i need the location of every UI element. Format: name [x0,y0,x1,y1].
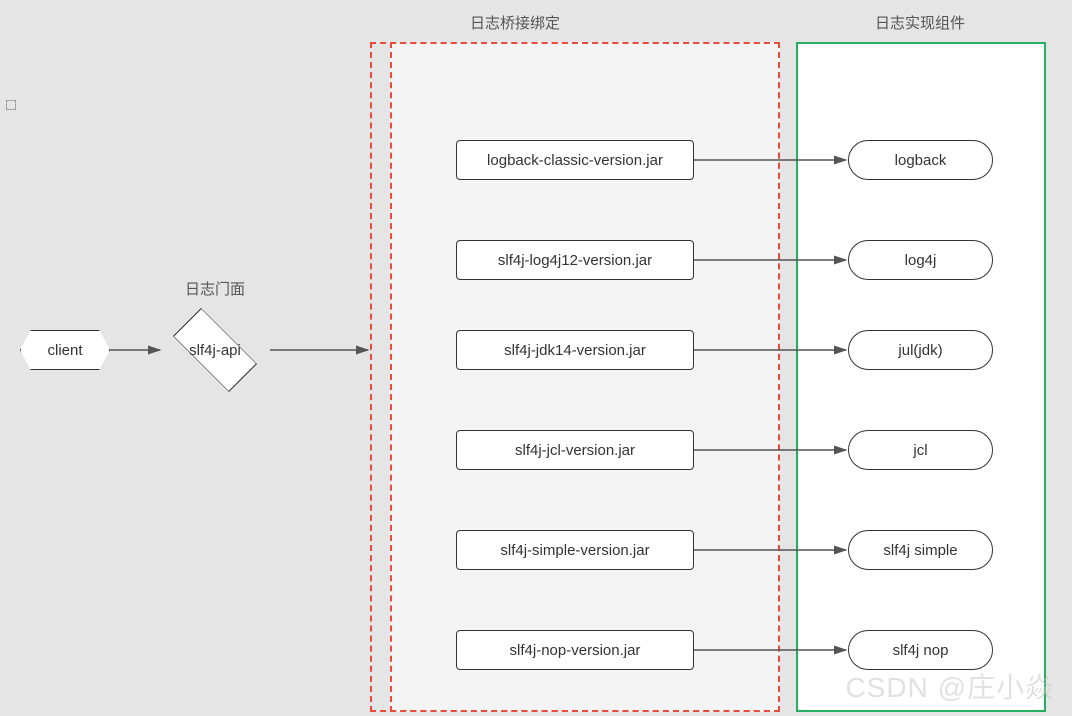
bridge-nop: slf4j-nop-version.jar [456,630,694,670]
label-impl: 日志实现组件 [860,12,980,33]
label-bridge: 日志桥接绑定 [455,12,575,33]
bridge-jdk14: slf4j-jdk14-version.jar [456,330,694,370]
impl-jcl: jcl [848,430,993,470]
diagram-canvas: 日志门面 日志桥接绑定 日志实现组件 client slf4j-api logb… [0,0,1072,716]
bridge-log4j12: slf4j-log4j12-version.jar [456,240,694,280]
selection-handle [6,100,16,110]
slf4j-api-node: slf4j-api [160,320,270,380]
bridge-jcl: slf4j-jcl-version.jar [456,430,694,470]
slf4j-api-text: slf4j-api [189,342,241,359]
label-facade: 日志门面 [175,278,255,299]
bridge-simple: slf4j-simple-version.jar [456,530,694,570]
impl-slf4j-nop: slf4j nop [848,630,993,670]
impl-slf4j-simple: slf4j simple [848,530,993,570]
client-text: client [43,342,86,359]
bridge-logback-classic: logback-classic-version.jar [456,140,694,180]
client-node: client [20,330,110,370]
impl-logback: logback [848,140,993,180]
impl-jul: jul(jdk) [848,330,993,370]
impl-log4j: log4j [848,240,993,280]
